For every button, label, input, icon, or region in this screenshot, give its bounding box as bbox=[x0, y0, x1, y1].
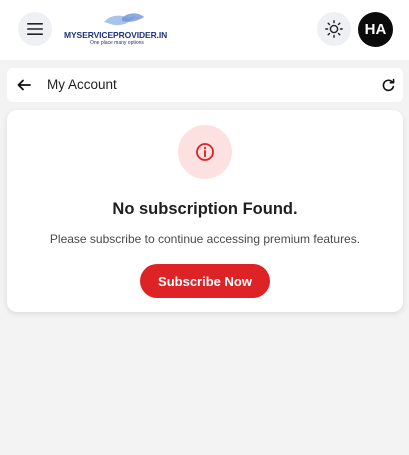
menu-button[interactable] bbox=[18, 12, 52, 46]
refresh-icon bbox=[382, 78, 394, 91]
refresh-button[interactable] bbox=[380, 77, 396, 93]
subscribe-now-button[interactable]: Subscribe Now bbox=[140, 264, 270, 298]
page-title: My Account bbox=[47, 77, 117, 92]
info-icon bbox=[196, 143, 214, 161]
logo-tagline: One place many options bbox=[90, 40, 144, 46]
back-button[interactable] bbox=[16, 77, 32, 93]
user-avatar[interactable]: HA bbox=[358, 12, 393, 47]
top-bar: MYSERVICEPROVIDER.IN One place many opti… bbox=[0, 0, 409, 60]
page-header: My Account bbox=[7, 68, 403, 102]
site-logo[interactable]: MYSERVICEPROVIDER.IN One place many opti… bbox=[64, 12, 182, 48]
empty-state-description: Please subscribe to continue accessing p… bbox=[49, 232, 361, 246]
theme-toggle-button[interactable] bbox=[317, 12, 351, 46]
avatar-initials: HA bbox=[364, 21, 387, 38]
info-badge bbox=[178, 125, 232, 179]
empty-state-title: No subscription Found. bbox=[112, 200, 298, 218]
subscription-empty-card: No subscription Found. Please subscribe … bbox=[7, 110, 403, 312]
hamburger-menu-icon bbox=[27, 23, 43, 35]
sun-icon bbox=[325, 20, 343, 38]
arrow-left-icon bbox=[17, 79, 31, 91]
logo-text: MYSERVICEPROVIDER.IN bbox=[64, 30, 168, 40]
